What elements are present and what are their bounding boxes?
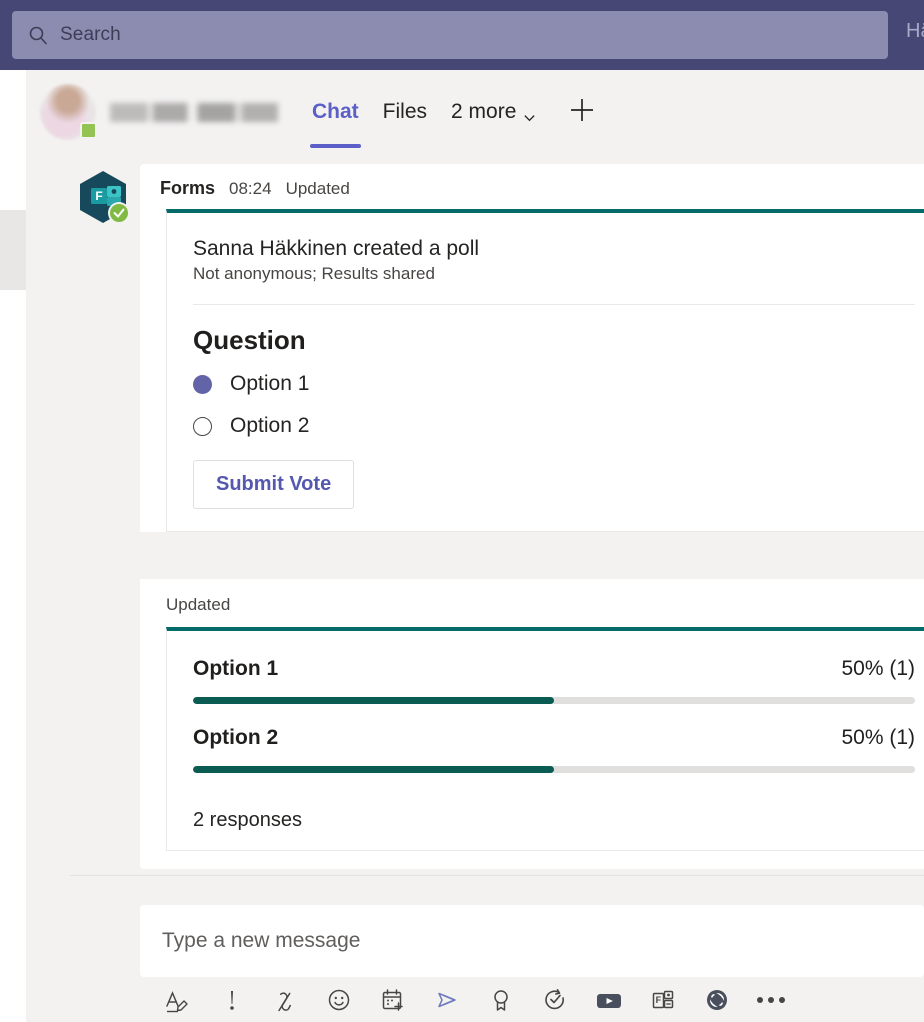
- result-1-bar-track: [193, 697, 915, 704]
- search-input[interactable]: Search: [12, 11, 888, 59]
- approvals-icon[interactable]: [540, 985, 570, 1015]
- more-options-icon[interactable]: [756, 985, 786, 1015]
- topbar-user-label: Hä: [906, 20, 924, 42]
- result-1-label: Option 1: [193, 657, 279, 680]
- message-app-name: Forms: [160, 178, 216, 198]
- results-bubble: Updated Option 1 50% (1) Option 2 50% (1…: [140, 579, 924, 869]
- rail-gutter: [26, 70, 40, 1022]
- result-2-bar-track: [193, 766, 915, 773]
- compose-placeholder: Type a new message: [162, 929, 361, 952]
- tab-files-label: Files: [382, 100, 428, 123]
- format-text-icon[interactable]: [162, 985, 192, 1015]
- message-timestamp: 08:24: [229, 179, 272, 198]
- forms-app-icon: F: [72, 168, 134, 230]
- poll-card: Sanna Häkkinen created a poll Not anonym…: [166, 209, 924, 532]
- poll-question: Question: [193, 325, 306, 355]
- radio-selected-icon[interactable]: [193, 374, 212, 394]
- tab-files[interactable]: Files: [371, 70, 439, 154]
- chat-contact-name: [110, 102, 278, 122]
- chat-tabs: Chat Files 2 more: [300, 70, 600, 154]
- result-2-bar-fill: [193, 766, 554, 773]
- praise-icon[interactable]: [486, 985, 516, 1015]
- result-row-1: Option 1 50% (1): [193, 657, 915, 704]
- left-app-rail: [0, 70, 26, 1022]
- message-list: F Forms 08:24 Updated Sanna Häkkinen cre…: [40, 154, 924, 872]
- stream-send-icon[interactable]: [432, 985, 462, 1015]
- search-icon: [28, 25, 48, 45]
- responses-count: 2 responses: [193, 809, 302, 831]
- poll-card-subtitle: Not anonymous; Results shared: [193, 264, 435, 283]
- message-state: Updated: [285, 179, 350, 198]
- divider: [193, 304, 915, 305]
- poll-results-card: Option 1 50% (1) Option 2 50% (1) 2 resp…: [166, 627, 924, 851]
- message-meta: Forms 08:24 Updated: [140, 178, 924, 209]
- attach-file-icon[interactable]: [270, 985, 300, 1015]
- importance-icon[interactable]: [216, 985, 246, 1015]
- presence-available-icon: [80, 122, 97, 139]
- compose-divider: [70, 875, 924, 876]
- message-compose-box[interactable]: Type a new message: [140, 905, 924, 977]
- result-1-bar-fill: [193, 697, 554, 704]
- tab-more-label: 2 more: [451, 100, 517, 123]
- poll-option-2[interactable]: Option 2: [193, 414, 915, 438]
- svg-text:F: F: [95, 189, 102, 203]
- poll-option-1-label: Option 1: [230, 372, 310, 395]
- results-state: Updated: [166, 595, 231, 614]
- tab-more[interactable]: 2 more: [439, 70, 548, 154]
- poll-option-1[interactable]: Option 1: [193, 372, 915, 396]
- poll-option-2-label: Option 2: [230, 414, 310, 437]
- ellipsis: [757, 996, 785, 1003]
- schedule-meeting-icon[interactable]: [378, 985, 408, 1015]
- emoji-icon[interactable]: [324, 985, 354, 1015]
- avatar[interactable]: [40, 84, 97, 140]
- plus-icon: [567, 95, 597, 130]
- tab-chat[interactable]: Chat: [300, 70, 371, 154]
- svg-text:F: F: [656, 995, 662, 1005]
- result-2-label: Option 2: [193, 726, 279, 749]
- message-bubble: Forms 08:24 Updated Sanna Häkkinen creat…: [140, 164, 924, 532]
- add-tab-button[interactable]: [564, 94, 600, 130]
- youtube-icon[interactable]: [594, 985, 624, 1015]
- top-app-bar: Search Hä: [0, 0, 924, 70]
- radio-unselected-icon[interactable]: [193, 416, 212, 436]
- rail-item-partial[interactable]: [0, 210, 26, 290]
- submit-vote-button[interactable]: Submit Vote: [193, 460, 355, 509]
- tab-chat-label: Chat: [312, 100, 359, 123]
- chevron-down-icon: [523, 106, 536, 121]
- poll-card-title: Sanna Häkkinen created a poll: [193, 237, 480, 260]
- forms-icon[interactable]: F: [648, 985, 678, 1015]
- app-circle-icon[interactable]: [702, 985, 732, 1015]
- result-2-percent: 50% (1): [841, 726, 915, 749]
- result-row-2: Option 2 50% (1): [193, 726, 915, 773]
- chat-header: Chat Files 2 more: [26, 70, 924, 154]
- message-item-poll: F Forms 08:24 Updated Sanna Häkkinen cre…: [40, 154, 924, 532]
- search-placeholder: Search: [60, 24, 121, 45]
- message-item-results: Updated Option 1 50% (1) Option 2 50% (1…: [40, 579, 924, 879]
- compose-toolbar: F: [140, 977, 924, 1022]
- result-1-percent: 50% (1): [841, 657, 915, 680]
